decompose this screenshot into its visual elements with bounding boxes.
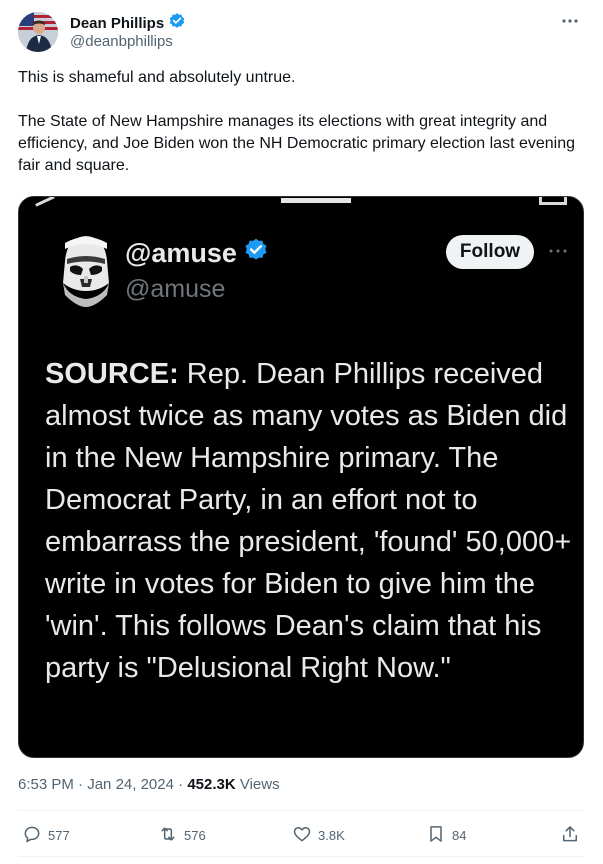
tweet-paragraph: This is shameful and absolutely untrue. (18, 69, 296, 86)
meta-separator: · (73, 776, 88, 793)
quoted-handle-display: @amuse (125, 238, 237, 268)
repost-count: 576 (184, 828, 206, 843)
author-name-row[interactable]: Dean Phillips (70, 12, 186, 35)
reply-icon (22, 824, 42, 847)
attached-screenshot[interactable]: @amuse @amuse Follow SOURCE: Rep. Dean P… (18, 196, 584, 758)
verified-badge-icon (243, 237, 269, 270)
more-icon (547, 243, 569, 253)
quoted-handle: @amuse (125, 275, 226, 303)
author-avatar[interactable] (18, 12, 58, 52)
like-button[interactable]: 3.8K (292, 824, 345, 847)
divider (18, 810, 584, 811)
author-name[interactable]: Dean Phillips (70, 15, 164, 32)
quoted-display-name: @amuse (125, 237, 269, 270)
repost-button[interactable]: 576 (158, 824, 206, 847)
tweet: Dean Phillips @deanbphillips This is sha… (0, 0, 603, 864)
tweet-paragraph: The State of New Hampshire manages its e… (18, 113, 576, 174)
stormtrooper-avatar (55, 231, 117, 313)
screenshot-top-strip (19, 197, 583, 223)
reply-count: 577 (48, 828, 70, 843)
tweet-meta: 6:53 PM · Jan 24, 2024 · 452.3K Views (18, 776, 280, 793)
share-icon (560, 824, 580, 847)
source-prefix: SOURCE: (45, 358, 179, 390)
views-label: Views (235, 776, 280, 793)
tweet-time[interactable]: 6:53 PM (18, 776, 74, 793)
more-icon[interactable] (559, 12, 581, 30)
tweet-text: This is shameful and absolutely untrue. … (18, 67, 583, 177)
divider (18, 856, 584, 857)
like-icon (292, 824, 312, 847)
like-count: 3.8K (318, 828, 345, 843)
action-bar: 577 576 3.8K 84 (0, 818, 603, 852)
bookmark-count: 84 (452, 828, 467, 843)
follow-button: Follow (446, 235, 534, 269)
bookmark-icon (426, 824, 446, 847)
repost-icon (158, 824, 178, 847)
tweet-date[interactable]: Jan 24, 2024 (87, 776, 174, 793)
meta-separator: · (173, 776, 188, 793)
reply-button[interactable]: 577 (22, 824, 70, 847)
bookmark-button[interactable]: 84 (426, 824, 466, 847)
views-count: 452.3K (187, 776, 236, 793)
share-button[interactable] (560, 824, 580, 847)
quoted-body-text: SOURCE: Rep. Dean Phillips received almo… (45, 353, 575, 689)
verified-badge-icon (168, 12, 186, 35)
author-handle[interactable]: @deanbphillips (70, 33, 173, 50)
quoted-body: Rep. Dean Phillips received almost twice… (45, 358, 572, 684)
